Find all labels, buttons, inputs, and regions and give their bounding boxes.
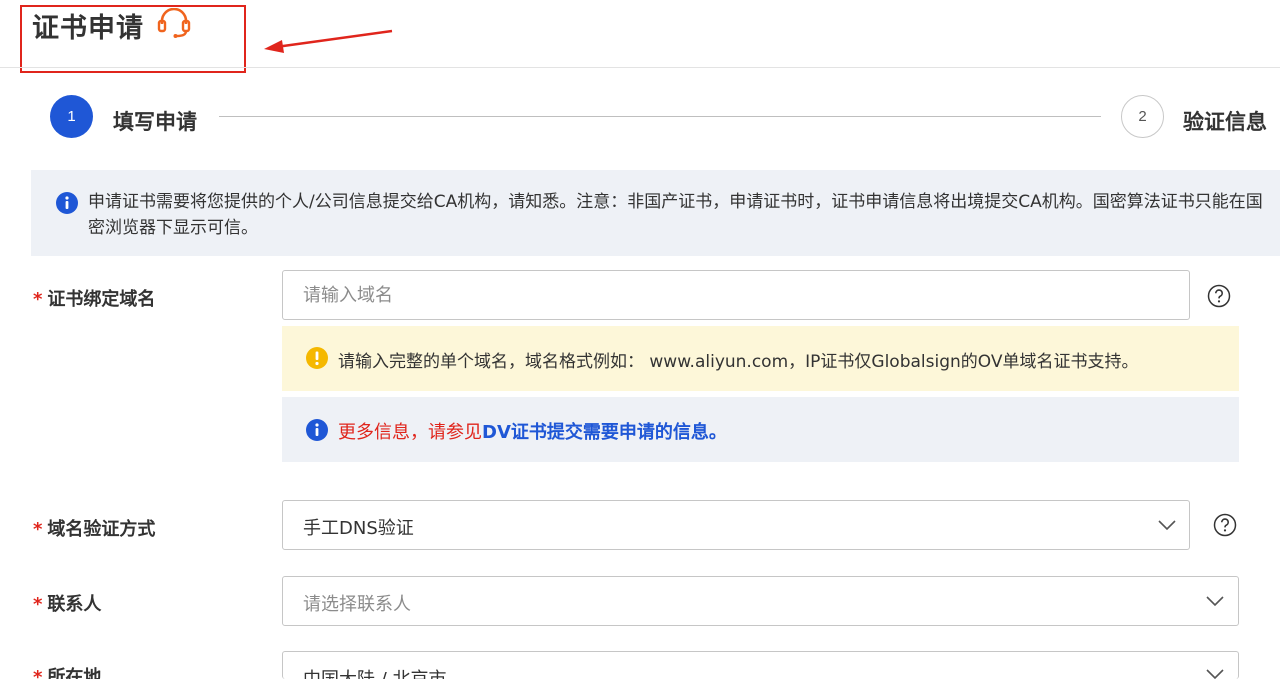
step-1-label: 填写申请: [113, 111, 197, 134]
domain-label: * 证书绑定域名: [33, 285, 155, 311]
step-1-indicator: 1: [50, 95, 93, 138]
contact-label: * 联系人: [33, 590, 101, 616]
location-label: * 所在地: [33, 663, 101, 679]
notice-text: 申请证书需要将您提供的个人/公司信息提交给CA机构，请知悉。注意：非国产证书，申…: [88, 192, 1263, 238]
question-circle-icon[interactable]: [1213, 513, 1237, 537]
contact-select[interactable]: 请选择联系人: [282, 576, 1239, 626]
location-select[interactable]: 中国大陆 / 北京市: [282, 651, 1239, 679]
contact-label-text: 联系人: [47, 594, 102, 615]
location-value: 中国大陆 / 北京市: [303, 665, 447, 679]
header-divider: [0, 67, 1280, 68]
warning-icon: [306, 347, 328, 369]
annotation-arrow: [264, 29, 393, 53]
location-label-text: 所在地: [47, 667, 102, 679]
verify-method-select[interactable]: 手工DNS验证: [282, 500, 1190, 550]
required-mark: *: [33, 519, 43, 540]
chevron-down-icon: [1206, 596, 1224, 607]
verify-method-label: * 域名验证方式: [33, 515, 155, 541]
chevron-down-icon: [1206, 669, 1224, 679]
question-circle-icon[interactable]: [1207, 284, 1231, 308]
chevron-down-icon: [1158, 520, 1176, 531]
annotation-box: [20, 5, 246, 73]
required-mark: *: [33, 594, 43, 615]
more-info-prefix: 更多信息，请参见: [338, 422, 482, 443]
info-icon: [56, 192, 78, 214]
domain-input[interactable]: [282, 270, 1190, 320]
required-mark: *: [33, 667, 43, 679]
required-mark: *: [33, 289, 43, 310]
info-icon: [306, 419, 328, 441]
step-2-indicator: 2: [1121, 95, 1164, 138]
contact-placeholder: 请选择联系人: [303, 594, 411, 615]
more-info-text: 更多信息，请参见DV证书提交需要申请的信息。: [338, 418, 727, 444]
warning-text: 请输入完整的单个域名，域名格式例如： www.aliyun.com，IP证书仅G…: [338, 352, 1139, 372]
domain-label-text: 证书绑定域名: [47, 289, 156, 310]
dv-info-link[interactable]: DV证书提交需要申请的信息。: [482, 422, 727, 443]
step-connector: [219, 116, 1101, 117]
step-2-label: 验证信息: [1183, 111, 1267, 134]
verify-method-label-text: 域名验证方式: [47, 519, 156, 540]
verify-method-value: 手工DNS验证: [303, 518, 414, 539]
